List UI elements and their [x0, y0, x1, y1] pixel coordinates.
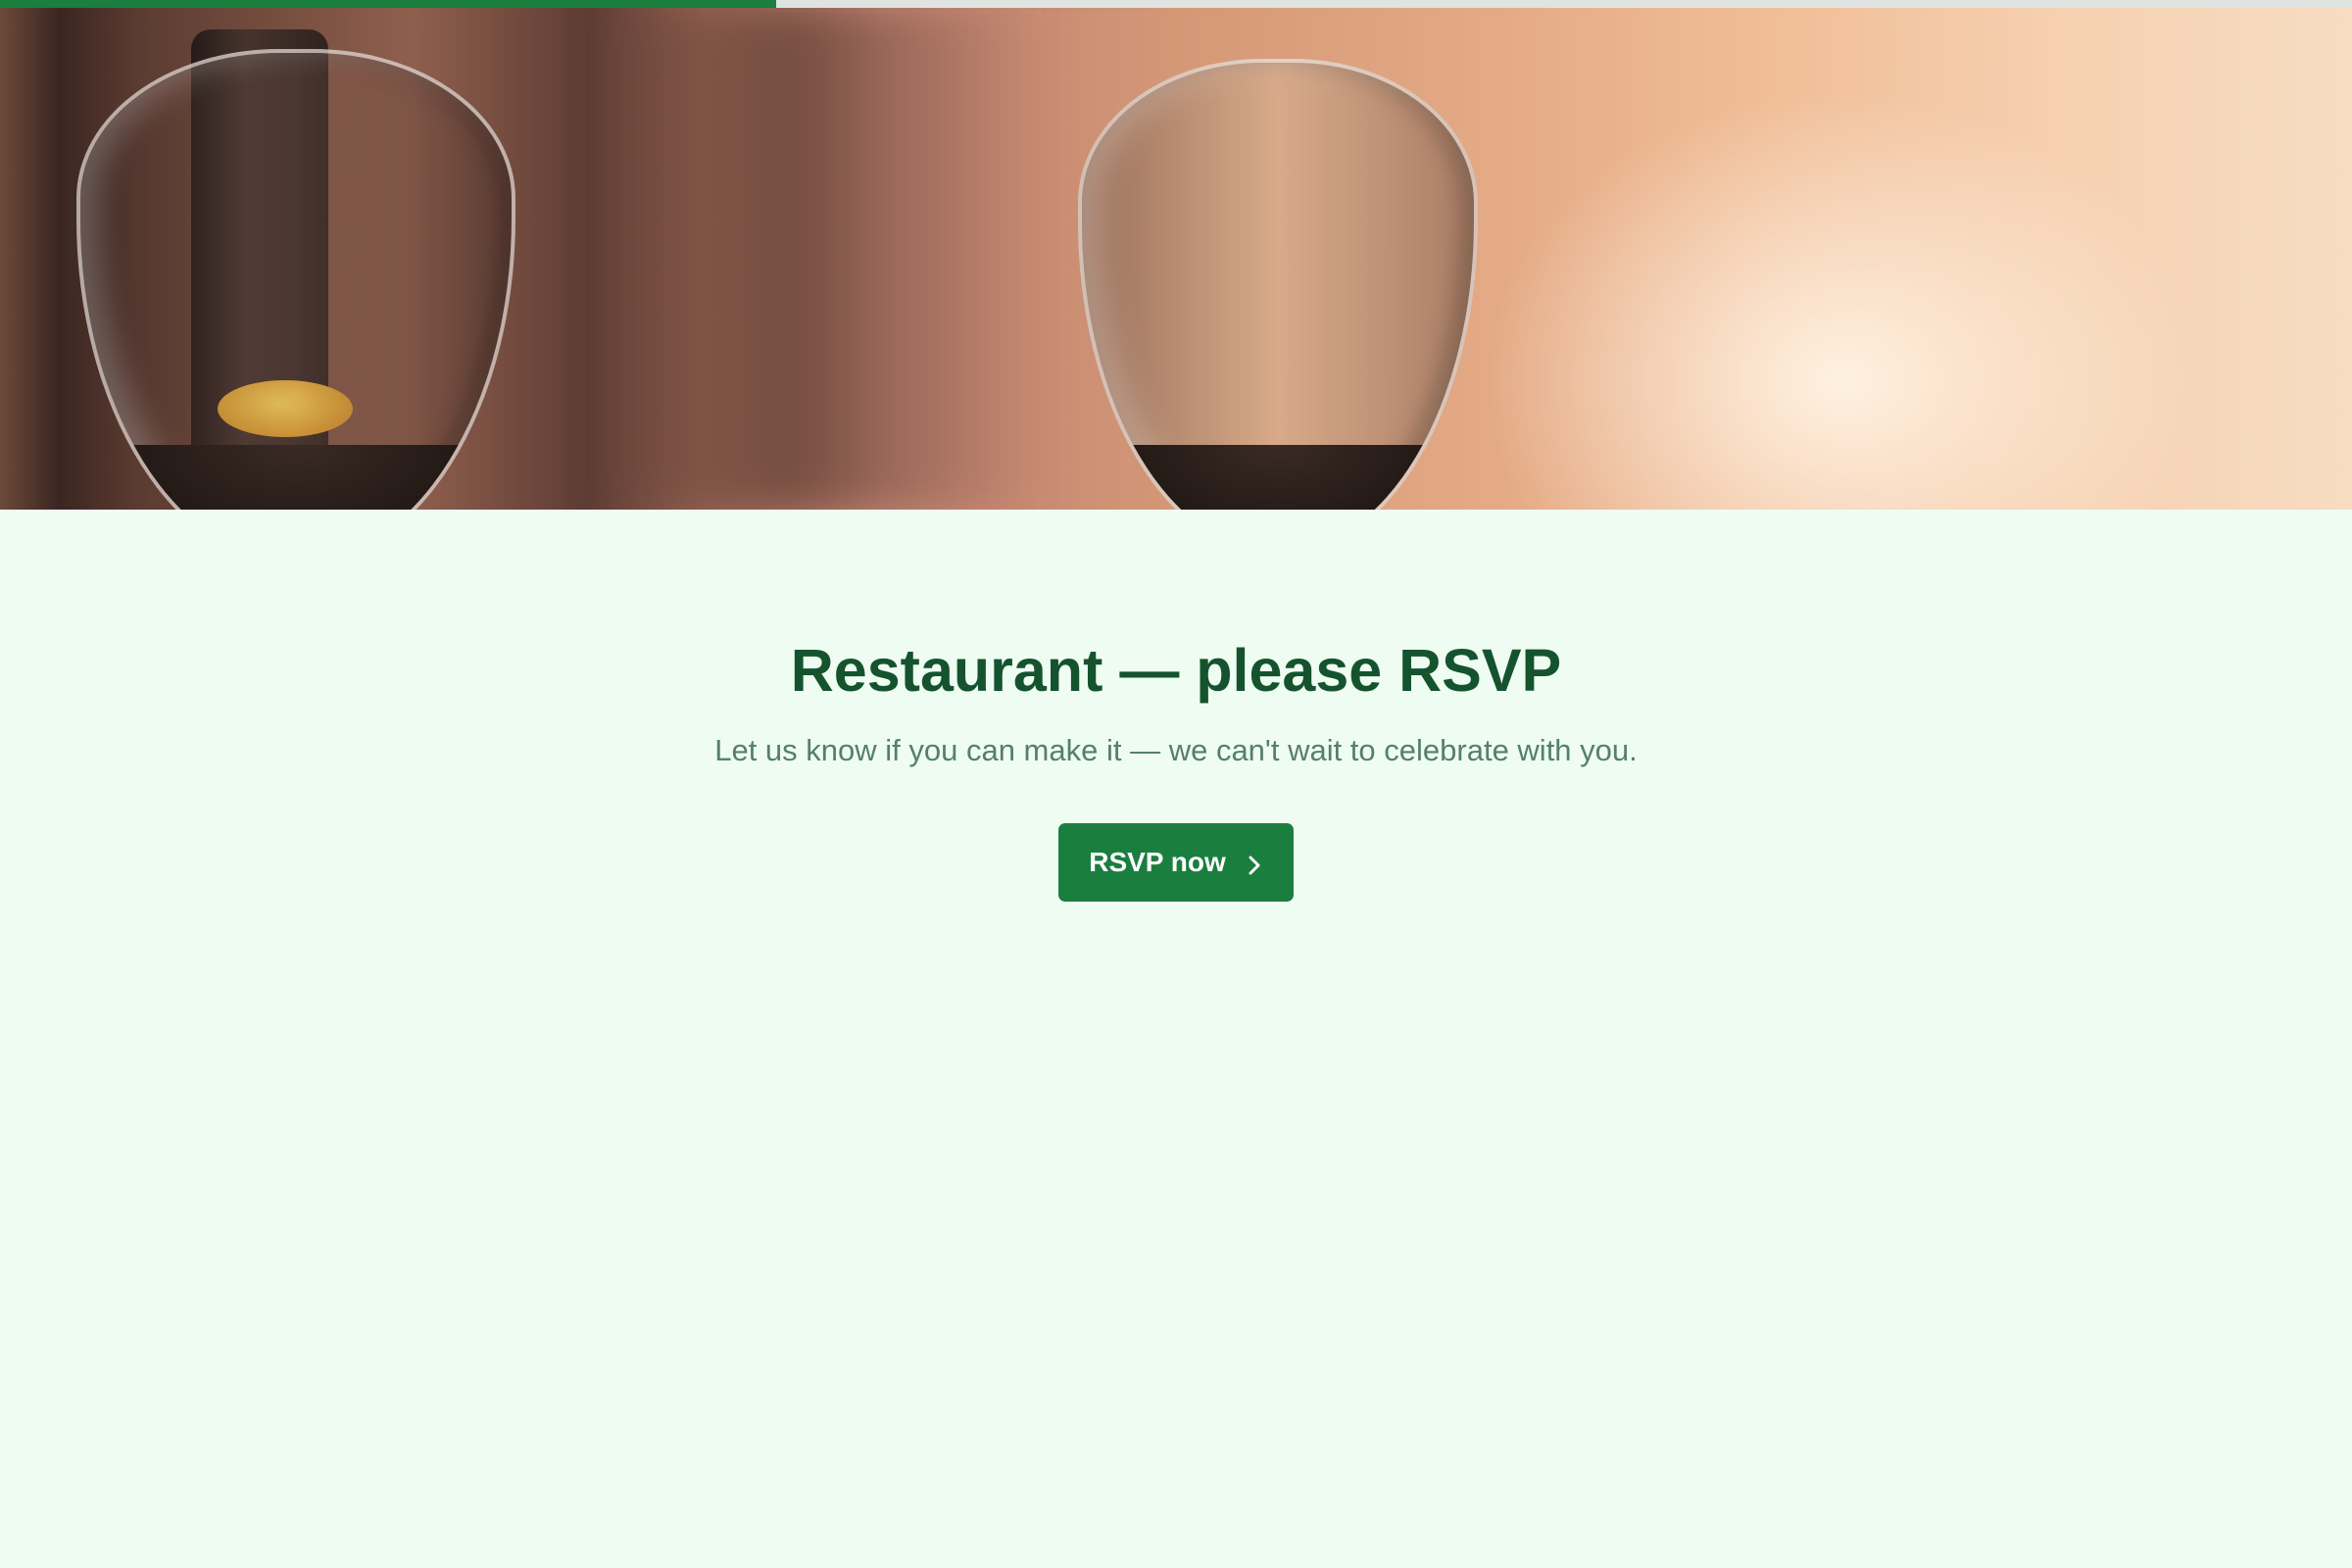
- progress-bar-fill: [0, 0, 776, 8]
- hero-image: [0, 8, 2352, 510]
- chevron-right-icon: [1246, 852, 1263, 875]
- wine-left: [80, 445, 512, 510]
- progress-bar: [0, 0, 2352, 8]
- hero-background-blur: [588, 8, 1039, 510]
- rsvp-button-label: RSVP now: [1089, 847, 1226, 877]
- wine-glass-left: [76, 49, 515, 510]
- wine-glass-right: [1078, 59, 1478, 510]
- wine-right: [1082, 445, 1474, 510]
- rsvp-now-button[interactable]: RSVP now: [1058, 823, 1294, 902]
- page-title: Restaurant — please RSVP: [790, 637, 1562, 704]
- page-subtitle: Let us know if you can make it — we can'…: [714, 733, 1638, 767]
